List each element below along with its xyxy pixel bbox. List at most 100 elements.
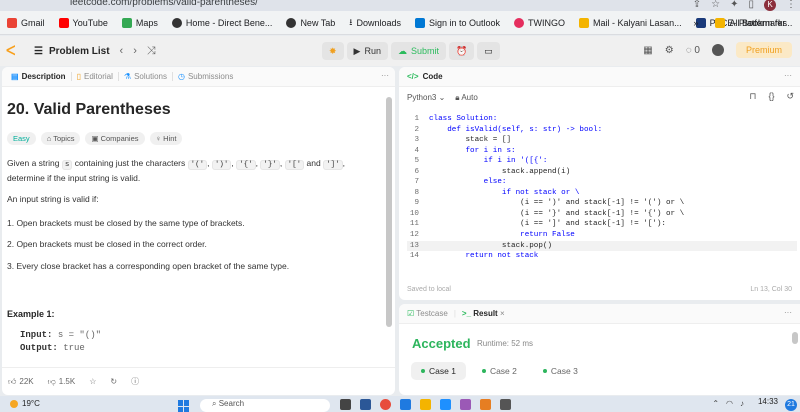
case-tab-1[interactable]: Case 1 [411,362,466,380]
submit-button[interactable]: ☁ Submit [390,42,446,60]
app-icon[interactable] [440,399,451,410]
play-icon: ▶ [353,45,361,56]
bookmark-icon[interactable]: ⊓ [749,91,756,102]
debug-button[interactable]: ✸ [322,42,344,60]
result-status: Accepted [412,336,471,351]
share-link-icon[interactable]: ↻ [110,377,117,386]
tab-solutions[interactable]: ⚗ Solutions [119,72,173,81]
lock-icon: ▣ [91,134,99,143]
reset-icon[interactable]: ↺ [786,91,794,102]
tab-result[interactable]: >_ Result × [462,309,505,318]
list-icon: ☰ [34,45,43,57]
notes-button[interactable]: ▭ [477,42,500,60]
app-icon[interactable] [480,399,491,410]
topics-chip[interactable]: ⌂ Topics [40,132,81,145]
bookmark-item[interactable]: Gmail [0,17,52,28]
settings-gear-icon[interactable]: ⚙ [665,45,674,56]
clock[interactable]: 14:33 [758,397,778,406]
pass-dot-icon [481,369,486,373]
app-icon[interactable] [500,399,511,410]
code-line: 11 (i == ']' and stack[-1] != '['): [409,220,666,229]
app-icon[interactable] [460,399,471,410]
star-icon[interactable]: ☆ [711,0,720,10]
info-icon[interactable]: ⓘ [131,376,139,387]
notification-badge[interactable]: 21 [785,399,797,411]
auto-mode-toggle[interactable]: 🔒︎ Auto [455,93,478,103]
url-text[interactable]: leetcode.com/problems/valid-parentheses/ [70,0,258,8]
bookmark-item[interactable]: Mail - Kalyani Lasan... [572,17,689,28]
prev-problem-icon[interactable]: ‹ [120,45,124,57]
result-panel: ☑ Testcase | >_ Result × ··· Accepted Ru… [399,304,800,395]
bookmark-item[interactable]: ⭳ Downloads [342,15,408,31]
flask-icon: ⚗ [123,72,132,81]
problem-list-button[interactable]: ☰ Problem List [34,46,110,57]
more-icon[interactable]: ··· [784,71,792,80]
menu-icon[interactable]: ⋮ [786,0,796,10]
leetcode-logo-icon[interactable]: ᐸ [6,44,18,58]
extensions-icon[interactable]: ✦ [730,0,738,10]
share-icon[interactable]: ⇪ [693,0,701,10]
like-button[interactable]: 👍︎ 22K [8,377,34,387]
taskbar-search[interactable]: ⌕ Search [200,399,330,412]
tab-editorial[interactable]: ▯ Editorial [72,72,119,81]
language-select[interactable]: Python3 ⌄ [407,93,445,103]
twingo-icon [514,17,525,28]
code-line: 9 (i == ')' and stack[-1] != '(') or \ [414,199,685,208]
case-tab-2[interactable]: Case 2 [472,362,527,380]
premium-button[interactable]: Premium [735,42,792,58]
app-icon[interactable] [380,399,391,410]
all-bookmarks-button[interactable]: All Bookmarks [708,18,794,28]
shuffle-icon[interactable]: ⤨ [147,45,156,58]
next-problem-icon[interactable]: › [133,45,137,57]
bookmarks-right: » All Bookmarks [693,11,794,34]
browser-address-bar[interactable]: leetcode.com/problems/valid-parentheses/… [0,0,800,11]
bookmark-item[interactable]: New Tab [279,17,342,28]
tab-description[interactable]: ▤ Description [6,72,72,81]
chevron-up-icon[interactable]: ⌃ [712,399,719,408]
layout-icon[interactable]: ▦ [643,45,652,56]
windows-start-icon[interactable] [178,400,190,412]
companies-chip[interactable]: ▣ Companies [85,132,145,145]
bookmarks-overflow-button[interactable]: » [693,18,698,28]
cursor-position: Ln 13, Col 30 [750,286,792,293]
rule-2: 2. Open brackets must be closed in the c… [7,239,207,249]
profile-avatar[interactable]: K [764,0,776,11]
tab-testcase[interactable]: ☑ Testcase [407,309,448,318]
favorite-star-icon[interactable]: ☆ [89,377,96,386]
hint-chip[interactable]: ♀ Hint [149,132,183,145]
case-tab-3[interactable]: Case 3 [533,362,588,380]
pass-dot-icon [421,369,425,373]
app-icon[interactable] [360,399,371,410]
code-editor[interactable]: 1 class Solution: 2 def isValid(self, s: … [407,114,797,262]
user-avatar[interactable] [711,44,724,56]
valid-intro: An input string is valid if: [7,194,99,204]
timer-button[interactable]: ⏰ [449,42,475,60]
bookmark-item[interactable]: YouTube [52,17,115,28]
close-icon[interactable]: × [500,309,505,318]
weather-widget[interactable]: 19°C [10,399,40,408]
bookmark-item[interactable]: Home - Direct Bene... [165,17,280,28]
tab-submissions[interactable]: ◷ Submissions [173,72,238,81]
history-icon: ◷ [177,72,185,81]
volume-icon[interactable]: ♪ [740,399,744,408]
search-icon: ⌕ [212,399,217,408]
more-icon[interactable]: ··· [381,71,389,80]
app-icon[interactable] [420,399,431,410]
app-icon[interactable] [340,399,351,410]
braces-icon[interactable]: {} [768,91,774,102]
streak-counter[interactable]: ◌ 0 [686,45,700,56]
problem-chips: Easy ⌂ Topics ▣ Companies ♀ Hint [7,132,183,145]
code-line: 5 if i in '([{': [414,157,548,166]
wifi-icon[interactable]: ◠ [726,399,733,408]
dislike-button[interactable]: 👎︎ 1.5K [48,377,76,387]
run-button[interactable]: ▶ Run [346,42,388,60]
result-scrollbar[interactable] [792,332,798,344]
more-icon[interactable]: ··· [784,308,792,317]
bookmark-item[interactable]: TWINGO [507,17,572,28]
bookmark-item[interactable]: Sign in to Outlook [408,17,507,28]
bookmark-item[interactable]: Maps [115,17,165,28]
description-scrollbar[interactable] [386,97,392,327]
language-bar: Python3 ⌄ 🔒︎ Auto [407,93,478,103]
app-icon[interactable] [400,399,411,410]
sidepanel-icon[interactable]: ▯ [748,0,754,10]
